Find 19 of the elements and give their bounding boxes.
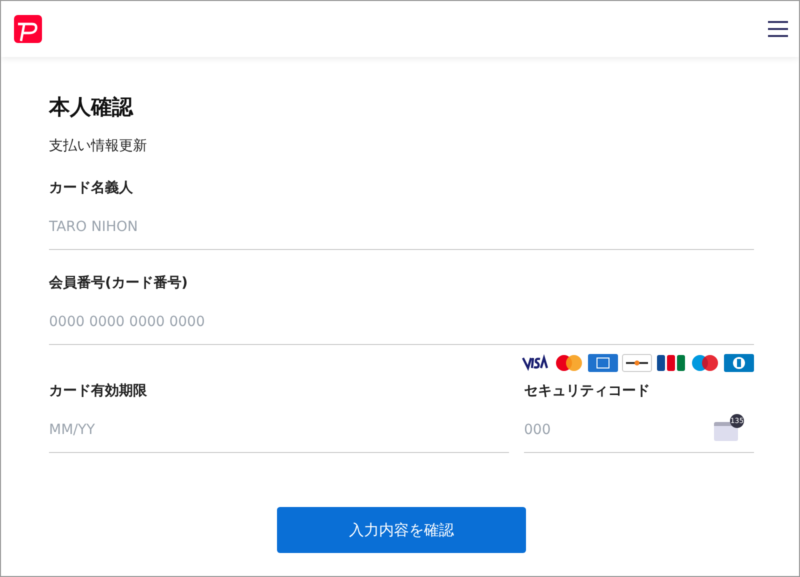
field-label: カード名義人	[49, 179, 134, 197]
input-field[interactable]: 0000 0000 0000 0000	[49, 300, 754, 345]
card-brand-icon	[724, 354, 754, 372]
page-subtitle: 支払い情報更新	[49, 137, 148, 155]
overlapping-circles-icon	[690, 354, 720, 372]
input-field[interactable]: TARO NIHON	[49, 205, 754, 250]
card-brand-icon	[588, 354, 618, 372]
field-label: セキュリティコード	[524, 382, 651, 400]
card-brand-icon	[656, 354, 686, 372]
field-label: 会員番号(カード番号)	[49, 274, 189, 292]
field-label: カード有効期限	[49, 382, 148, 400]
overlapping-circles-icon	[554, 354, 584, 372]
card-brand-icon	[622, 354, 652, 372]
confirm-button[interactable]: 入力内容を確認	[277, 507, 526, 553]
page-title: 本人確認	[49, 94, 134, 121]
logo-icon	[14, 15, 42, 43]
card-brand-icon	[520, 354, 550, 372]
menu-icon[interactable]	[768, 21, 788, 37]
input-field[interactable]: MM/YY	[49, 408, 509, 453]
